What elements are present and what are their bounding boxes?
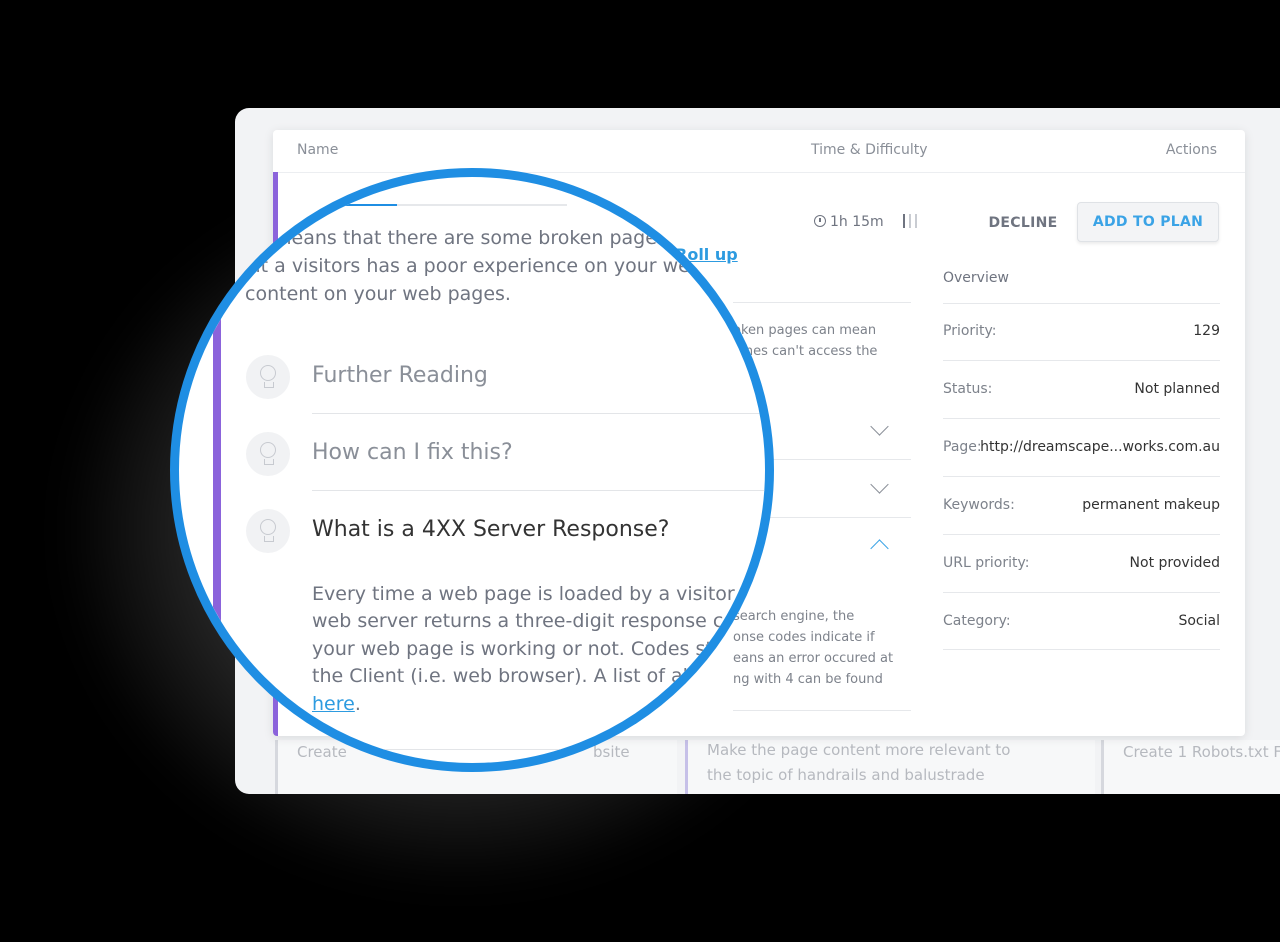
- divider: [943, 360, 1220, 361]
- overview-page-url[interactable]: http://dreamscape...works.com.au: [980, 439, 1220, 455]
- magnified-content: means that there are some broken pages a…: [179, 177, 765, 763]
- table-header: Name Time & Difficulty Actions: [273, 130, 1245, 173]
- time-estimate: 1h 15m: [814, 214, 884, 230]
- overview-label: Status:: [943, 381, 993, 397]
- difficulty-icon: [903, 214, 923, 228]
- overview-value: Social: [1178, 613, 1220, 629]
- description-line: means that there are some broken pages: [273, 227, 667, 249]
- magnifier-lens: means that there are some broken pages a…: [170, 168, 774, 772]
- accordion-title-how-to-fix[interactable]: How can I fix this?: [312, 440, 513, 465]
- clock-icon: [814, 215, 826, 227]
- progress-bar: [317, 204, 567, 206]
- add-to-plan-button[interactable]: ADD TO PLAN: [1077, 202, 1219, 242]
- overview-label: Keywords:: [943, 497, 1015, 513]
- decline-button[interactable]: DECLINE: [969, 204, 1077, 242]
- lightbulb-icon: [246, 355, 290, 399]
- divider: [943, 303, 1220, 304]
- card-accent: [1101, 740, 1104, 794]
- divider: [312, 413, 765, 414]
- accordion-title-4xx-response[interactable]: What is a 4XX Server Response?: [312, 517, 669, 542]
- time-value: 1h 15m: [830, 214, 884, 230]
- overview-value: Not provided: [1129, 555, 1220, 571]
- chevron-down-icon[interactable]: [870, 475, 889, 494]
- here-link[interactable]: here: [312, 693, 355, 715]
- overview-row-category: Category: Social: [943, 613, 1220, 633]
- task-card[interactable]: Create 1 Robots.txt F: [1101, 740, 1280, 794]
- overview-label: Category:: [943, 613, 1011, 629]
- chevron-down-icon[interactable]: [870, 417, 889, 436]
- accordion-title-further-reading[interactable]: Further Reading: [312, 363, 488, 388]
- comment-icon: [301, 203, 313, 214]
- overview-row-keywords: Keywords: permanent makeup: [943, 497, 1220, 517]
- answer-line: your web page is working or not. Codes s…: [312, 638, 725, 660]
- chevron-up-icon[interactable]: [870, 539, 889, 558]
- overview-row-status: Status: Not planned: [943, 381, 1220, 401]
- divider: [943, 418, 1220, 419]
- overview-value: 129: [1193, 323, 1220, 339]
- lightbulb-icon: [246, 432, 290, 476]
- overview-value: Not planned: [1134, 381, 1220, 397]
- divider: [312, 490, 765, 491]
- divider: [943, 534, 1220, 535]
- divider: [943, 649, 1220, 650]
- overview-row-url-priority: URL priority: Not provided: [943, 555, 1220, 575]
- overview-value: permanent makeup: [1082, 497, 1220, 513]
- description-line: at a visitors has a poor experience on y…: [249, 255, 702, 277]
- column-header-actions: Actions: [1165, 142, 1217, 158]
- answer-line: web server returns a three-digit respons…: [312, 610, 747, 632]
- lightbulb-icon: [246, 509, 290, 553]
- divider: [943, 476, 1220, 477]
- answer-punctuation: .: [354, 693, 361, 715]
- answer-line: Every time a web page is loaded by a vis…: [312, 583, 761, 605]
- description-line: content on your web pages.: [245, 283, 511, 305]
- divider: [943, 592, 1220, 593]
- task-card-text: Create 1 Robots.txt F: [1123, 743, 1280, 761]
- overview-label: Priority:: [943, 323, 997, 339]
- answer-line: the Client (i.e. web browser). A list of…: [312, 665, 707, 687]
- overview-row-priority: Priority: 129: [943, 323, 1220, 343]
- column-header-time-difficulty[interactable]: Time & Difficulty: [811, 142, 928, 158]
- overview-row-page: Page: http://dreamscape...works.com.au: [943, 439, 1220, 459]
- task-card-text-line: the topic of handrails and balustrade: [707, 766, 985, 784]
- overview-title: Overview: [943, 270, 1009, 286]
- overview-label: Page:: [943, 439, 982, 455]
- divider: [312, 749, 765, 750]
- column-header-name[interactable]: Name: [297, 142, 338, 158]
- answer-link-line: here.: [312, 691, 361, 719]
- overview-label: URL priority:: [943, 555, 1030, 571]
